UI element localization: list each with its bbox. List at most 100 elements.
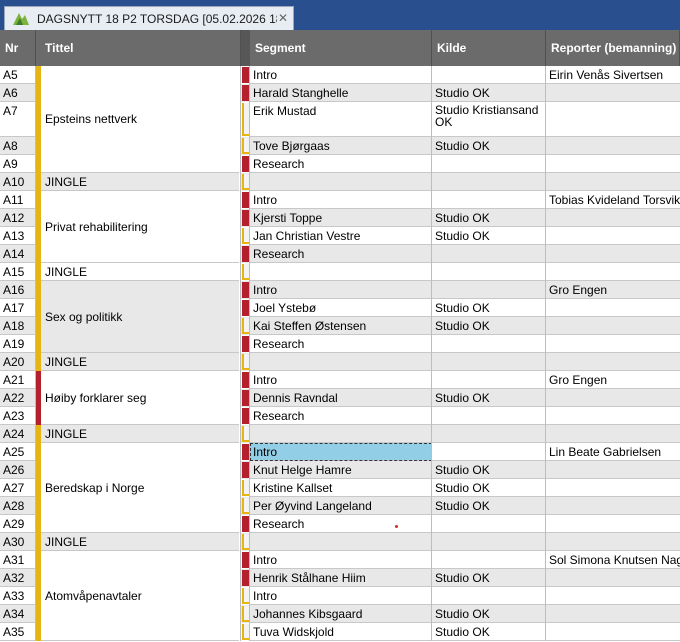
- reporter-cell[interactable]: [546, 263, 680, 281]
- kilde-cell[interactable]: [432, 335, 546, 353]
- close-icon[interactable]: ✕: [277, 11, 289, 25]
- segment-cell[interactable]: Joel Ystebø: [250, 299, 432, 317]
- row-nr-cell[interactable]: A34: [0, 605, 36, 623]
- kilde-cell[interactable]: Studio Kristiansand OK: [432, 102, 546, 137]
- column-header-tittel[interactable]: Tittel: [36, 30, 241, 66]
- jingle-title-cell[interactable]: JINGLE: [41, 353, 239, 371]
- row-nr-cell[interactable]: A19: [0, 335, 36, 353]
- kilde-cell[interactable]: [432, 425, 546, 443]
- reporter-cell[interactable]: [546, 84, 680, 102]
- row-nr-cell[interactable]: A14: [0, 245, 36, 263]
- segment-cell[interactable]: Intro: [250, 281, 432, 299]
- row-nr-cell[interactable]: A28: [0, 497, 36, 515]
- reporter-cell[interactable]: Tobias Kvideland Torsvik: [546, 191, 680, 209]
- segment-cell[interactable]: Erik Mustad: [250, 102, 432, 137]
- kilde-cell[interactable]: [432, 353, 546, 371]
- segment-cell[interactable]: Intro: [250, 371, 432, 389]
- segment-cell[interactable]: Research: [250, 515, 432, 533]
- row-nr-cell[interactable]: A30: [0, 533, 36, 551]
- column-header-nr[interactable]: Nr: [0, 30, 36, 66]
- row-nr-cell[interactable]: A25: [0, 443, 36, 461]
- row-nr-cell[interactable]: A32: [0, 569, 36, 587]
- reporter-cell[interactable]: [546, 605, 680, 623]
- reporter-cell[interactable]: [546, 569, 680, 587]
- reporter-cell[interactable]: Gro Engen: [546, 371, 680, 389]
- reporter-cell[interactable]: [546, 623, 680, 641]
- row-nr-cell[interactable]: A35: [0, 623, 36, 641]
- row-nr-cell[interactable]: A15: [0, 263, 36, 281]
- column-header-kilde[interactable]: Kilde: [432, 30, 546, 66]
- story-title-cell[interactable]: Atomvåpenavtaler: [41, 551, 239, 641]
- kilde-cell[interactable]: Studio OK: [432, 605, 546, 623]
- row-nr-cell[interactable]: A33: [0, 587, 36, 605]
- kilde-cell[interactable]: [432, 515, 546, 533]
- row-nr-cell[interactable]: A27: [0, 479, 36, 497]
- reporter-cell[interactable]: [546, 209, 680, 227]
- row-nr-cell[interactable]: A11: [0, 191, 36, 209]
- reporter-cell[interactable]: [546, 335, 680, 353]
- story-title-cell[interactable]: Høiby forklarer seg: [41, 371, 239, 425]
- document-tab[interactable]: DAGSNYTT 18 P2 TORSDAG [05.02.2026 18:0 …: [4, 6, 294, 30]
- kilde-cell[interactable]: [432, 587, 546, 605]
- segment-cell[interactable]: Research: [250, 407, 432, 425]
- kilde-cell[interactable]: Studio OK: [432, 389, 546, 407]
- segment-cell[interactable]: [250, 353, 432, 371]
- reporter-cell[interactable]: [546, 461, 680, 479]
- segment-cell[interactable]: Kai Steffen Østensen: [250, 317, 432, 335]
- row-nr-cell[interactable]: A29: [0, 515, 36, 533]
- reporter-cell[interactable]: Sol Simona Knutsen Nag: [546, 551, 680, 569]
- kilde-cell[interactable]: Studio OK: [432, 569, 546, 587]
- segment-cell[interactable]: [250, 533, 432, 551]
- segment-cell[interactable]: [250, 425, 432, 443]
- kilde-cell[interactable]: [432, 263, 546, 281]
- row-nr-cell[interactable]: A9: [0, 155, 36, 173]
- segment-cell[interactable]: Intro: [250, 66, 432, 84]
- segment-cell[interactable]: Knut Helge Hamre: [250, 461, 432, 479]
- kilde-cell[interactable]: [432, 191, 546, 209]
- kilde-cell[interactable]: Studio OK: [432, 461, 546, 479]
- segment-cell[interactable]: Tuva Widskjold: [250, 623, 432, 641]
- kilde-cell[interactable]: [432, 533, 546, 551]
- column-header-reporter[interactable]: Reporter (bemanning): [546, 30, 680, 66]
- segment-cell[interactable]: Intro: [250, 551, 432, 569]
- segment-cell[interactable]: [250, 173, 432, 191]
- column-header-segment[interactable]: Segment: [250, 30, 432, 66]
- kilde-cell[interactable]: Studio OK: [432, 299, 546, 317]
- jingle-title-cell[interactable]: JINGLE: [41, 533, 239, 551]
- segment-cell[interactable]: Johannes Kibsgaard: [250, 605, 432, 623]
- kilde-cell[interactable]: Studio OK: [432, 479, 546, 497]
- segment-cell[interactable]: Harald Stanghelle: [250, 84, 432, 102]
- segment-cell[interactable]: Jan Christian Vestre: [250, 227, 432, 245]
- kilde-cell[interactable]: [432, 155, 546, 173]
- row-nr-cell[interactable]: A7: [0, 102, 36, 137]
- reporter-cell[interactable]: [546, 317, 680, 335]
- kilde-cell[interactable]: Studio OK: [432, 317, 546, 335]
- story-title-cell[interactable]: Beredskap i Norge: [41, 443, 239, 533]
- row-nr-cell[interactable]: A6: [0, 84, 36, 102]
- row-nr-cell[interactable]: A22: [0, 389, 36, 407]
- kilde-cell[interactable]: [432, 173, 546, 191]
- reporter-cell[interactable]: [546, 587, 680, 605]
- kilde-cell[interactable]: [432, 371, 546, 389]
- segment-cell[interactable]: [250, 263, 432, 281]
- reporter-cell[interactable]: [546, 533, 680, 551]
- reporter-cell[interactable]: [546, 245, 680, 263]
- kilde-cell[interactable]: [432, 245, 546, 263]
- segment-cell[interactable]: Intro: [250, 191, 432, 209]
- reporter-cell[interactable]: [546, 155, 680, 173]
- row-nr-cell[interactable]: A24: [0, 425, 36, 443]
- reporter-cell[interactable]: Eirin Venås Sivertsen: [546, 66, 680, 84]
- row-nr-cell[interactable]: A16: [0, 281, 36, 299]
- kilde-cell[interactable]: Studio OK: [432, 497, 546, 515]
- reporter-cell[interactable]: [546, 479, 680, 497]
- reporter-cell[interactable]: [546, 227, 680, 245]
- kilde-cell[interactable]: [432, 281, 546, 299]
- segment-cell[interactable]: Kjersti Toppe: [250, 209, 432, 227]
- segment-cell[interactable]: Research: [250, 155, 432, 173]
- jingle-title-cell[interactable]: JINGLE: [41, 173, 239, 191]
- reporter-cell[interactable]: [546, 389, 680, 407]
- segment-cell[interactable]: Kristine Kallset: [250, 479, 432, 497]
- row-nr-cell[interactable]: A8: [0, 137, 36, 155]
- segment-cell[interactable]: Intro: [250, 587, 432, 605]
- reporter-cell[interactable]: [546, 137, 680, 155]
